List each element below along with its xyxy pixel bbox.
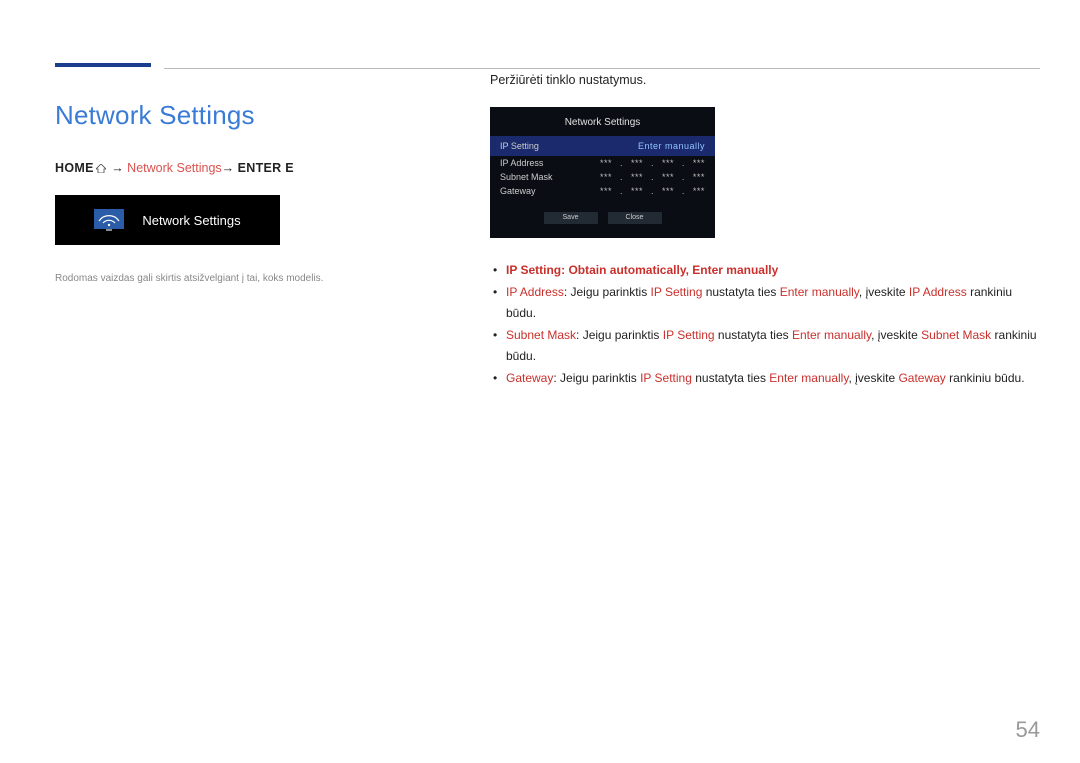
breadcrumb-arrow: → bbox=[111, 161, 124, 175]
breadcrumb-enter: ENTER E bbox=[238, 161, 294, 175]
breadcrumb-network-settings: Network Settings bbox=[127, 161, 221, 175]
bullet-subnet: Subnet Mask: Jeigu parinktis IP Setting … bbox=[490, 325, 1040, 366]
disclaimer-text: Rodomas vaizdas gali skirtis atsižvelgia… bbox=[55, 273, 400, 284]
breadcrumb: HOME → Network Settings→ ENTER E bbox=[55, 161, 400, 175]
bullet-gateway: Gateway: Jeigu parinktis IP Setting nust… bbox=[490, 368, 1040, 388]
row-label: Subnet Mask bbox=[500, 172, 553, 182]
bullet-ip-setting: IP Setting: Obtain automatically, Enter … bbox=[490, 260, 1040, 280]
panel-row-ip-address: IP Address ***. ***. ***. *** bbox=[490, 156, 715, 170]
panel-ip-setting-row: IP Setting Enter manually bbox=[490, 136, 715, 156]
widget-preview: Network Settings bbox=[55, 195, 280, 245]
title-accent-bar bbox=[55, 63, 151, 67]
widget-label: Network Settings bbox=[142, 213, 240, 228]
bullet-ip-address: IP Address: Jeigu parinktis IP Setting n… bbox=[490, 282, 1040, 323]
page-title: Network Settings bbox=[55, 100, 400, 131]
right-column: Peržiūrėti tinklo nustatymus. Network Se… bbox=[490, 60, 1040, 390]
close-button[interactable]: Close bbox=[608, 212, 662, 224]
settings-panel: Network Settings IP Setting Enter manual… bbox=[490, 107, 715, 238]
bullet-list: IP Setting: Obtain automatically, Enter … bbox=[490, 260, 1040, 388]
panel-buttons: Save Close bbox=[490, 212, 715, 224]
row-label: IP Address bbox=[500, 158, 543, 168]
breadcrumb-arrow: → bbox=[222, 161, 235, 175]
panel-ip-setting-label: IP Setting bbox=[500, 141, 539, 151]
panel-row-subnet: Subnet Mask ***. ***. ***. *** bbox=[490, 170, 715, 184]
panel-ip-setting-value: Enter manually bbox=[638, 141, 705, 151]
breadcrumb-home: HOME bbox=[55, 161, 94, 175]
left-column: Network Settings HOME → Network Settings… bbox=[55, 60, 400, 390]
top-divider bbox=[164, 68, 1040, 69]
row-label: Gateway bbox=[500, 186, 536, 196]
save-button[interactable]: Save bbox=[544, 212, 598, 224]
panel-row-gateway: Gateway ***. ***. ***. *** bbox=[490, 184, 715, 198]
intro-text: Peržiūrėti tinklo nustatymus. bbox=[490, 73, 1040, 87]
home-icon bbox=[96, 164, 106, 173]
page-number: 54 bbox=[1016, 717, 1040, 743]
panel-title: Network Settings bbox=[490, 117, 715, 136]
wifi-icon bbox=[94, 209, 124, 231]
panel-values: IP Address ***. ***. ***. *** Subnet Mas… bbox=[490, 156, 715, 198]
